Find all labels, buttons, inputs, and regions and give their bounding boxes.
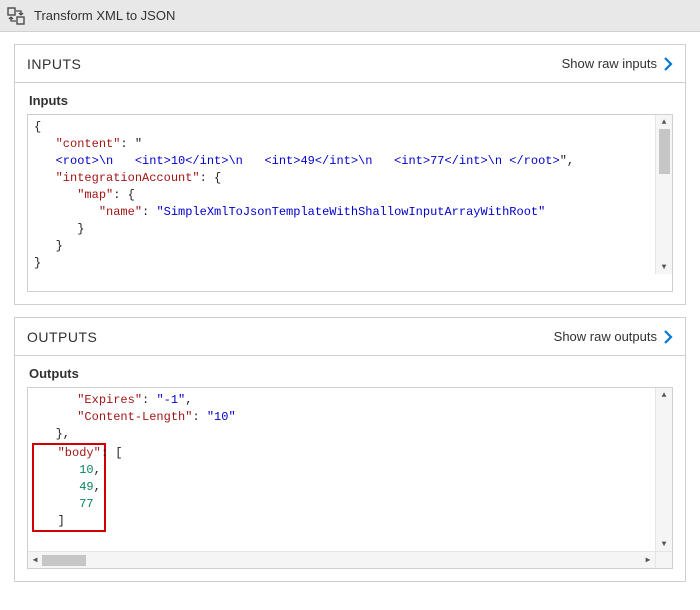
scroll-left-icon: ◀	[28, 552, 42, 568]
outputs-panel: OUTPUTS Show raw outputs Outputs "Expire…	[14, 317, 686, 582]
inputs-vertical-scrollbar[interactable]: ▲ ▼	[655, 115, 672, 274]
scroll-up-icon: ▲	[656, 115, 672, 129]
inputs-panel: INPUTS Show raw inputs Inputs { "content…	[14, 44, 686, 305]
window-title: Transform XML to JSON	[34, 8, 175, 23]
outputs-heading-label: OUTPUTS	[27, 329, 97, 345]
inputs-code-box[interactable]: { "content": " <root>\n <int>10</int>\n …	[27, 114, 673, 292]
window-header: Transform XML to JSON	[0, 0, 700, 32]
scroll-down-icon: ▼	[656, 260, 672, 274]
body-area: INPUTS Show raw inputs Inputs { "content…	[0, 32, 700, 606]
inputs-panel-heading: INPUTS Show raw inputs	[15, 45, 685, 83]
transform-icon	[6, 6, 26, 26]
outputs-vertical-scrollbar[interactable]: ▲ ▼	[655, 388, 672, 551]
show-raw-outputs-link[interactable]: Show raw outputs	[554, 329, 673, 344]
inputs-code-content: { "content": " <root>\n <int>10</int>\n …	[28, 115, 672, 276]
show-raw-inputs-label: Show raw inputs	[562, 56, 657, 71]
show-raw-inputs-link[interactable]: Show raw inputs	[562, 56, 673, 71]
outputs-code-content: "Expires": "-1", "Content-Length": "10" …	[28, 388, 672, 536]
scrollbar-thumb[interactable]	[42, 555, 86, 566]
outputs-subheading: Outputs	[15, 356, 685, 387]
show-raw-outputs-label: Show raw outputs	[554, 329, 657, 344]
chevron-right-icon	[663, 330, 673, 344]
outputs-horizontal-scrollbar[interactable]: ◀ ▶	[28, 551, 655, 568]
outputs-code-box[interactable]: "Expires": "-1", "Content-Length": "10" …	[27, 387, 673, 569]
highlight-box: "body": [ 10, 49, 77 ]	[32, 443, 106, 532]
scrollbar-corner	[655, 551, 672, 568]
inputs-heading-label: INPUTS	[27, 56, 81, 72]
scroll-down-icon: ▼	[656, 537, 672, 551]
chevron-right-icon	[663, 57, 673, 71]
outputs-panel-heading: OUTPUTS Show raw outputs	[15, 318, 685, 356]
scroll-up-icon: ▲	[656, 388, 672, 402]
inputs-subheading: Inputs	[15, 83, 685, 114]
scrollbar-thumb[interactable]	[659, 129, 670, 174]
scroll-right-icon: ▶	[641, 552, 655, 568]
